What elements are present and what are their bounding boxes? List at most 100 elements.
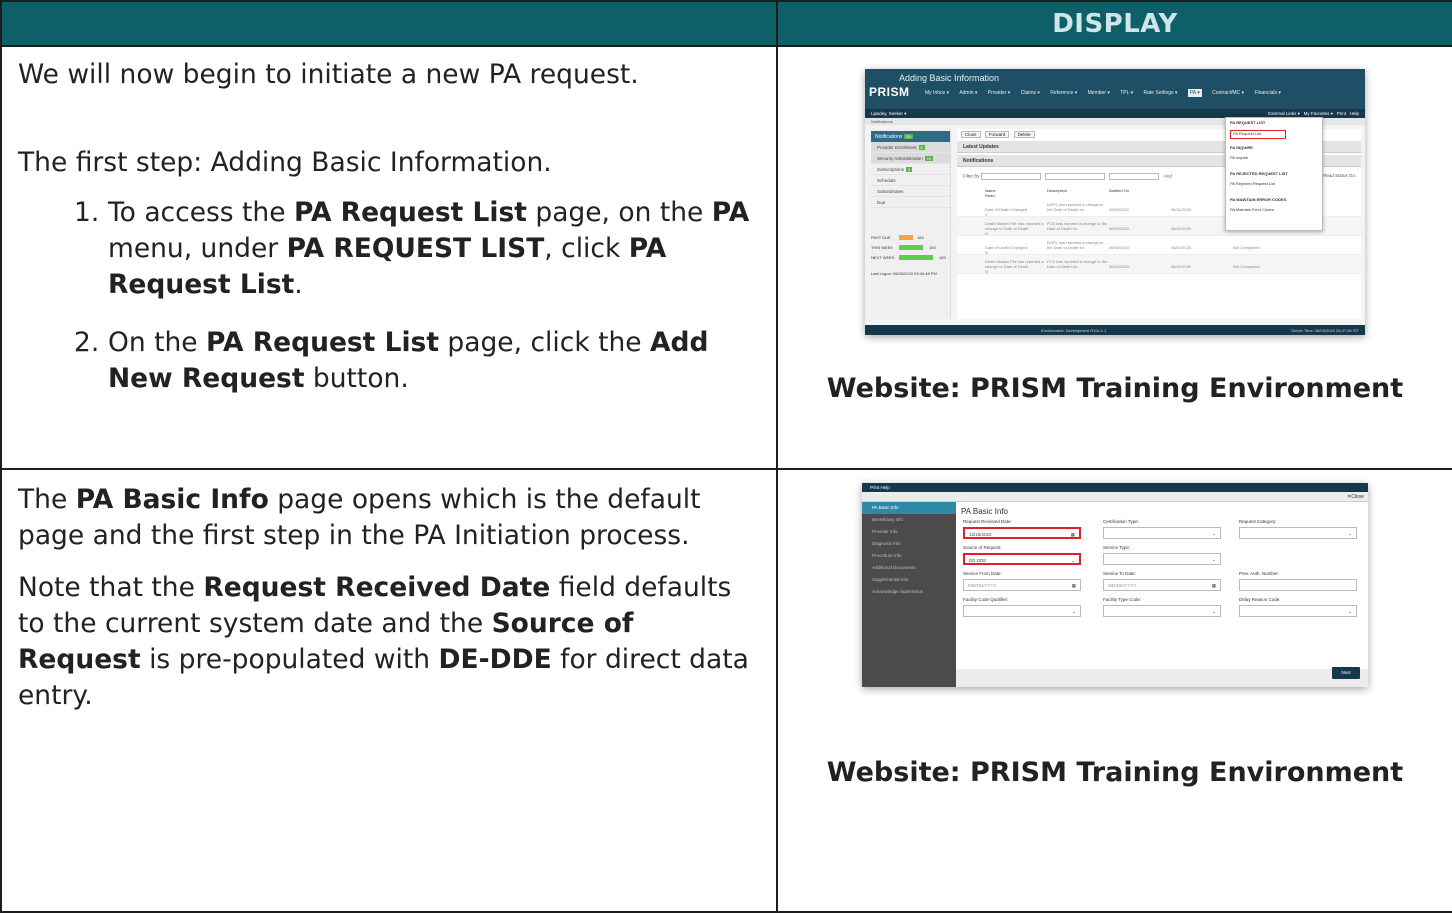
label-request-received-date: Request Received Date:: [963, 519, 1012, 524]
request-received-date-input[interactable]: 12/15/2022 ▦: [963, 527, 1081, 539]
main-menu: My Inbox ▾ Admin ▾ Provider ▾ Claims ▾ R…: [925, 89, 1290, 97]
menu-member[interactable]: Member ▾: [1088, 90, 1110, 96]
step-beneficiary-info[interactable]: Beneficiary Info: [862, 514, 956, 526]
pa-inquire-link[interactable]: PA Inquire: [1230, 155, 1318, 165]
pa-step-sidebar: PA Basic Info Beneficiary Info Provider …: [862, 502, 956, 687]
row2-display: Print Help ✕Close PA Basic Info Benefici…: [776, 468, 1452, 913]
pa-dropdown-menu: PA REQUEST LIST PA Request List PA INQUI…: [1225, 117, 1323, 231]
menu-provider[interactable]: Provider ▾: [988, 90, 1011, 96]
external-links[interactable]: External Links ▾: [1268, 111, 1300, 116]
service-from-date-input[interactable]: MM/DD/YYYY ▦: [963, 579, 1081, 591]
next-button[interactable]: Next: [1332, 667, 1360, 679]
label-service-to-date: Service To Date:: [1103, 571, 1136, 576]
menu-tpl[interactable]: TPL ▾: [1120, 90, 1133, 96]
menu-financials[interactable]: Financials ▾: [1254, 90, 1280, 96]
label-certification-type: Certification Type:: [1103, 519, 1139, 524]
step-diagnosis-info[interactable]: Diagnosis Info: [862, 538, 956, 550]
table-row[interactable]: Death Master File has reported a change …: [957, 255, 1361, 274]
menu-reference[interactable]: Reference ▾: [1050, 90, 1077, 96]
table-row[interactable]: Date of Death ChangedDOPL has reported a…: [957, 236, 1361, 255]
step-basic-info[interactable]: PA Basic Info: [862, 502, 956, 514]
pa-request-list-screenshot: Adding Basic Information PRISM My Inbox …: [865, 69, 1365, 335]
user-menu[interactable]: Lipsdey, Seeker ▾: [871, 111, 906, 116]
label-prev-auth-number: Prev. Auth. Number:: [1239, 571, 1280, 576]
label-facility-code-qualifier: Facility Code Qualifier:: [963, 597, 1009, 602]
print-help-bar[interactable]: Print Help: [862, 483, 1368, 492]
help-link[interactable]: Help: [1350, 111, 1359, 116]
facility-code-qualifier-select[interactable]: ⌄: [963, 605, 1081, 617]
menu-contract-mc[interactable]: Contract/MC ▾: [1212, 90, 1244, 96]
sidebar-subordinates[interactable]: Subordinates: [871, 186, 950, 197]
close-bar: ✕Close: [862, 492, 1368, 502]
step-provider-info[interactable]: Provider Info: [862, 526, 956, 538]
row1-instructions: We will now begin to initiate a new PA r…: [0, 45, 778, 470]
due-chart: PAST DUE 184 THIS WEEK 100 NEXT WEEK 183 La…: [871, 235, 951, 276]
sidebar-notifications[interactable]: Notifications 20: [871, 131, 950, 142]
label-service-from-date: Service From Date:: [963, 571, 1002, 576]
caption-2: Website: PRISM Training Environment: [826, 757, 1404, 788]
step-acknowledge-submission[interactable]: Acknowledge Submission: [862, 586, 956, 598]
request-category-select[interactable]: ⌄: [1239, 527, 1357, 539]
close-button[interactable]: Close: [961, 131, 981, 138]
sidebar-subscriptions[interactable]: Subscriptions 3: [871, 164, 950, 175]
sidebar-security-admin[interactable]: Security Administration 10: [871, 153, 950, 164]
menu-claims[interactable]: Claims ▾: [1021, 90, 1040, 96]
step-1: 1. To access the PA Request List page, o…: [74, 197, 750, 300]
step-additional-documents[interactable]: Additional Documents: [862, 562, 956, 574]
my-favorites[interactable]: My Favorites ▾: [1304, 111, 1333, 116]
row2-instructions: The PA Basic Info page opens which is th…: [0, 468, 778, 913]
menu-rate-settings[interactable]: Rate Settings ▾: [1143, 90, 1177, 96]
delay-reason-code-select[interactable]: ⌄: [1239, 605, 1357, 617]
delete-button[interactable]: Delete: [1013, 131, 1035, 138]
label-source-of-request: Source of Request:: [963, 545, 1002, 550]
step-2: 2. On the PA Request List page, click th…: [74, 327, 709, 394]
source-of-request-select[interactable]: DE-DDE ⌄: [963, 553, 1081, 565]
menu-admin[interactable]: Admin ▾: [959, 90, 977, 96]
instruction-table: DISPLAY We will now begin to initiate a …: [0, 0, 1452, 913]
step-procedure-info[interactable]: Procedure Info: [862, 550, 956, 562]
filter-input[interactable]: [1044, 173, 1105, 180]
pa-rejected-link[interactable]: PA Rejected Request List: [1230, 181, 1318, 191]
app-header: Adding Basic Information PRISM My Inbox …: [865, 69, 1365, 109]
print-link[interactable]: Print: [1337, 111, 1346, 116]
prism-logo: PRISM: [869, 85, 910, 99]
go-button[interactable]: Go: [1349, 173, 1355, 178]
sidebar: Notifications 20 Provider Enrollment 8 Sec…: [871, 129, 951, 319]
status-footer: Environment: Development R10c.1.1 Server…: [865, 325, 1365, 335]
step-list: 1. To access the PA Request List page, o…: [18, 195, 758, 397]
label-service-type: Service Type:: [1103, 545, 1131, 550]
filter-input-2[interactable]: [1108, 173, 1159, 180]
pa-request-list-heading: PA REQUEST LIST: [1230, 120, 1266, 125]
basic-info-text: The PA Basic Info page opens which is th…: [18, 484, 701, 551]
sidebar-provider-enrollment[interactable]: Provider Enrollment 8: [871, 142, 950, 153]
prev-auth-number-input[interactable]: [1239, 579, 1357, 591]
pa-error-codes-link[interactable]: PA Maintain Error Codes: [1230, 207, 1318, 217]
last-logon: Last Logon: 06/03/2020 03:44:48 PM: [871, 271, 937, 276]
label-request-category: Request Category:: [1239, 519, 1277, 524]
pa-basic-info-screenshot: Print Help ✕Close PA Basic Info Benefici…: [862, 483, 1368, 687]
certification-type-select[interactable]: ⌄: [1103, 527, 1221, 539]
menu-my-inbox[interactable]: My Inbox ▾: [925, 90, 949, 96]
intro-text: We will now begin to initiate a new PA r…: [18, 59, 639, 90]
close-button-2[interactable]: ✕Close: [1347, 494, 1364, 500]
note-text: Note that the Request Received Date fiel…: [18, 572, 749, 711]
form-footer: [956, 669, 1368, 687]
pa-error-codes-heading: PA MAINTAIN ERROR CODES: [1230, 197, 1287, 202]
filter-select[interactable]: [980, 173, 1041, 180]
label-facility-type-code: Facility Type Code:: [1103, 597, 1142, 602]
app-title: Adding Basic Information: [899, 73, 1000, 83]
pa-request-list-link[interactable]: PA Request List: [1230, 130, 1286, 139]
forward-button[interactable]: Forward: [984, 131, 1010, 138]
step-supplemental-info[interactable]: Supplemental Info: [862, 574, 956, 586]
label-delay-reason-code: Delay Reason Code:: [1239, 597, 1281, 602]
read-status-select[interactable]: Read Status: [1323, 173, 1348, 178]
sidebar-due[interactable]: Due: [871, 197, 950, 208]
menu-pa[interactable]: PA ▾: [1187, 89, 1202, 97]
pa-inquire-heading: PA INQUIRE: [1230, 145, 1253, 150]
facility-type-code-select[interactable]: ⌄: [1103, 605, 1221, 617]
sidebar-schedule[interactable]: Schedule: [871, 175, 950, 186]
service-to-date-input[interactable]: MM/DD/YYYY ▦: [1103, 579, 1221, 591]
form-title: PA Basic Info: [961, 507, 1008, 516]
service-type-select[interactable]: ⌄: [1103, 553, 1221, 565]
first-step-text: The first step: Adding Basic Information…: [18, 147, 552, 178]
